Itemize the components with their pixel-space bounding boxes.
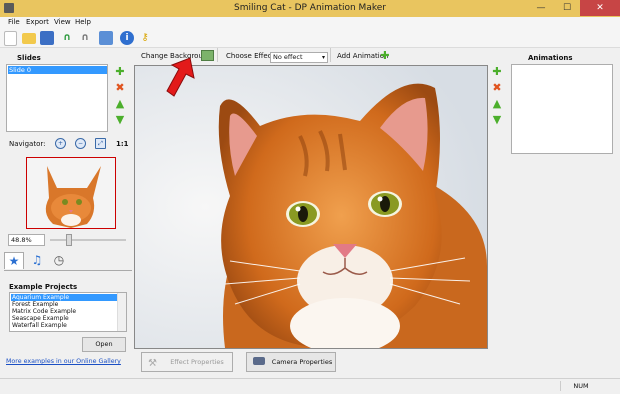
minimize-button[interactable]: — bbox=[528, 0, 554, 16]
save-icon[interactable] bbox=[40, 31, 54, 45]
move-animation-down-icon[interactable]: ▼ bbox=[492, 114, 502, 125]
separator bbox=[217, 48, 218, 62]
close-button[interactable]: ✕ bbox=[580, 0, 620, 16]
change-background-icon[interactable] bbox=[201, 50, 214, 61]
effect-properties-button[interactable]: ⚒ Effect Properties bbox=[141, 352, 233, 372]
new-file-icon[interactable] bbox=[4, 31, 17, 46]
delete-slide-icon[interactable]: ✖ bbox=[115, 82, 125, 93]
zoom-slider-thumb[interactable] bbox=[66, 234, 72, 246]
timing-tab-clock-icon[interactable]: ◷ bbox=[50, 252, 68, 268]
animations-list[interactable] bbox=[511, 64, 613, 154]
redo-icon[interactable]: ∩ bbox=[78, 31, 92, 45]
zoom-value-field[interactable]: 48.8% bbox=[8, 234, 45, 246]
menu-export[interactable]: Export bbox=[26, 18, 49, 26]
num-lock-indicator: NUM bbox=[560, 381, 601, 391]
zoom-out-icon[interactable]: − bbox=[75, 138, 86, 149]
add-animation-icon[interactable]: ✚ bbox=[380, 50, 390, 61]
move-slide-down-icon[interactable]: ▼ bbox=[115, 114, 125, 125]
menu-help[interactable]: Help bbox=[75, 18, 91, 26]
key-icon[interactable]: ⚷ bbox=[138, 31, 152, 45]
animations-heading: Animations bbox=[528, 54, 573, 62]
wrench-icon: ⚒ bbox=[148, 358, 157, 369]
menu-view[interactable]: View bbox=[54, 18, 71, 26]
zoom-in-icon[interactable]: + bbox=[55, 138, 66, 149]
add-animation-item-icon[interactable]: ✚ bbox=[492, 66, 502, 77]
move-animation-up-icon[interactable]: ▲ bbox=[492, 98, 502, 109]
navigator-label: Navigator: bbox=[9, 140, 46, 148]
open-example-button[interactable]: Open bbox=[82, 337, 126, 352]
slides-heading: Slides bbox=[17, 54, 41, 62]
publish-icon[interactable] bbox=[99, 31, 113, 45]
left-tabs: ★ ♫ ◷ bbox=[4, 250, 132, 271]
effect-select-value: No effect bbox=[273, 53, 303, 61]
example-projects-heading: Example Projects bbox=[9, 283, 78, 291]
music-tab-note-icon[interactable]: ♫ bbox=[28, 252, 46, 268]
camera-icon bbox=[253, 357, 265, 365]
open-folder-icon[interactable] bbox=[22, 33, 36, 44]
animations-tab-star-icon[interactable]: ★ bbox=[4, 252, 24, 269]
menu-bar: File Export View Help bbox=[0, 17, 620, 29]
window-title: Smiling Cat - DP Animation Maker bbox=[234, 3, 386, 13]
examples-list[interactable]: Aquarium Example Forest Example Matrix C… bbox=[9, 292, 127, 332]
actual-size-button[interactable]: 1:1 bbox=[116, 140, 129, 148]
separator bbox=[330, 48, 331, 62]
online-gallery-link[interactable]: More examples in our Online Gallery bbox=[6, 358, 121, 365]
examples-scrollbar[interactable] bbox=[117, 293, 126, 331]
choose-effect-label: Choose Effect: bbox=[226, 52, 277, 60]
maximize-button[interactable]: ☐ bbox=[554, 0, 580, 16]
menu-file[interactable]: File bbox=[8, 18, 20, 26]
list-item[interactable]: Seascape Example bbox=[11, 315, 117, 322]
list-item[interactable]: Matrix Code Example bbox=[11, 308, 117, 315]
fit-to-window-icon[interactable]: ⤢ bbox=[95, 138, 106, 149]
stage-canvas[interactable] bbox=[134, 65, 488, 349]
move-slide-up-icon[interactable]: ▲ bbox=[115, 98, 125, 109]
slide-item[interactable]: Slide 0 bbox=[8, 66, 107, 74]
undo-icon[interactable]: ∩ bbox=[60, 31, 74, 45]
delete-animation-icon[interactable]: ✖ bbox=[492, 82, 502, 93]
title-bar: Smiling Cat - DP Animation Maker — ☐ ✕ bbox=[0, 0, 620, 18]
chevron-down-icon: ▾ bbox=[321, 54, 325, 61]
list-item[interactable]: Forest Example bbox=[11, 301, 117, 308]
zoom-slider-track[interactable] bbox=[50, 239, 126, 241]
status-bar: NUM bbox=[0, 378, 620, 394]
list-item[interactable]: Aquarium Example bbox=[11, 294, 117, 301]
effect-properties-label: Effect Properties bbox=[170, 358, 224, 366]
toolbar: ∩ ∩ i ⚷ bbox=[0, 29, 620, 48]
red-arrow-pointer bbox=[164, 56, 196, 100]
list-item[interactable]: Waterfall Example bbox=[11, 322, 117, 329]
slides-list[interactable]: Slide 0 bbox=[6, 64, 108, 132]
effect-select[interactable]: No effect ▾ bbox=[270, 52, 328, 63]
add-slide-icon[interactable]: ✚ bbox=[115, 66, 125, 77]
navigator-preview[interactable] bbox=[26, 157, 116, 229]
camera-properties-button[interactable]: Camera Properties bbox=[246, 352, 336, 372]
info-icon[interactable]: i bbox=[120, 31, 134, 45]
